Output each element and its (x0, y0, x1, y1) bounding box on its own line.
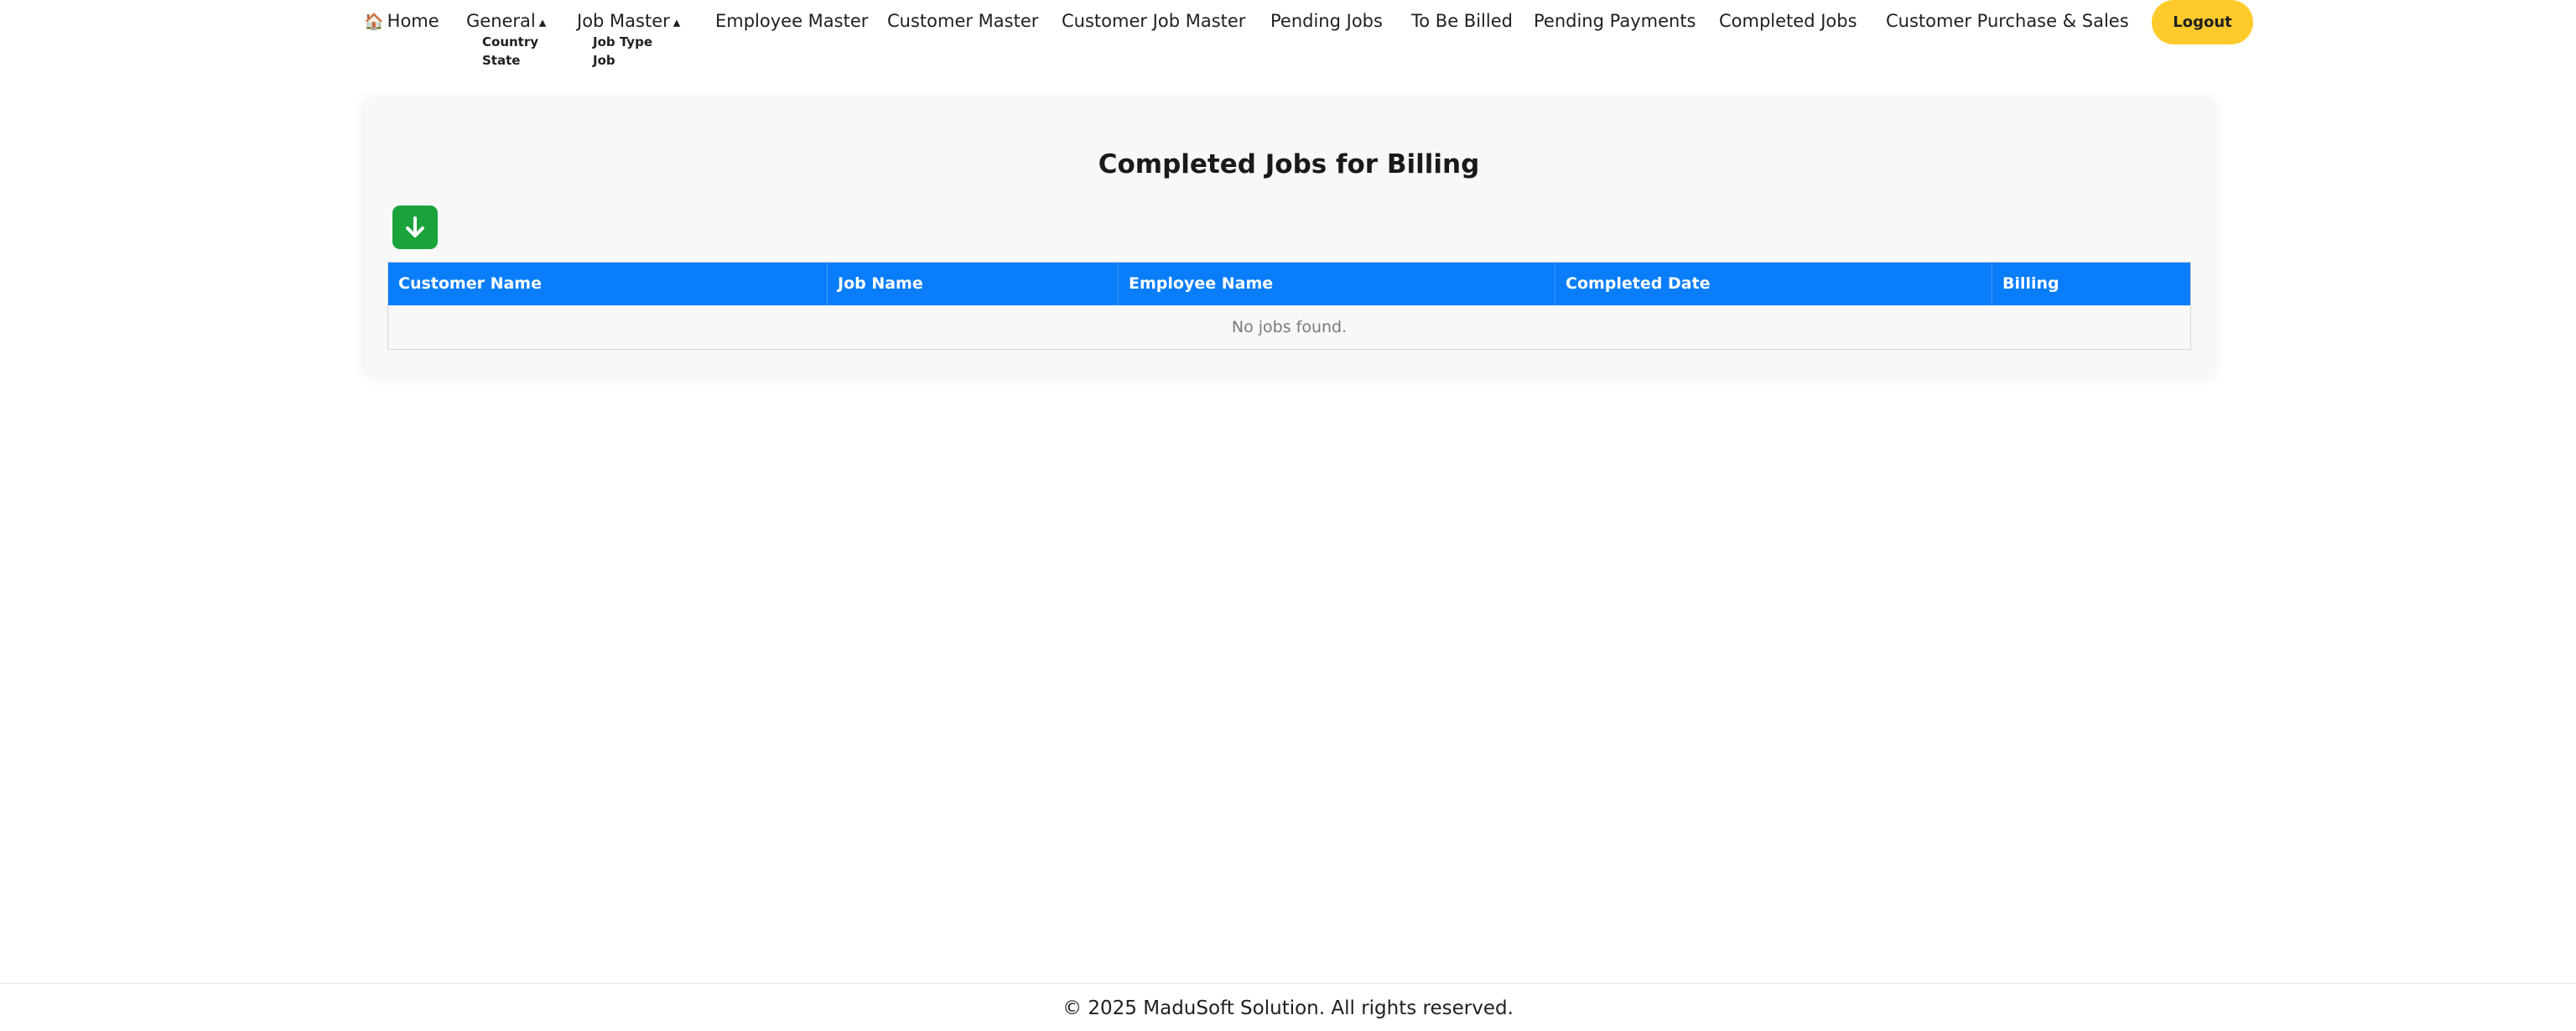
completed-jobs-card: Completed Jobs for Billing Customer Name… (364, 101, 2214, 376)
column-header-billing[interactable]: Billing (1992, 262, 2191, 305)
nav-customer-purchase-sales[interactable]: Customer Purchase & Sales (1886, 10, 2129, 32)
nav-customer-job-master[interactable]: Customer Job Master (1062, 10, 1245, 32)
nav-job-master-label: Job Master (577, 11, 670, 31)
caret-up-icon: ▴ (538, 14, 547, 31)
empty-table-message: No jobs found. (387, 305, 2191, 350)
top-navbar: 🏠 Home General ▴ Country State Job Master ▴… (0, 0, 2576, 68)
submenu-item-country[interactable]: Country (482, 34, 538, 49)
column-header-employee-name[interactable]: Employee Name (1118, 262, 1555, 305)
footer-copyright: © 2025 MaduSoft Solution. All rights res… (1062, 997, 1514, 1019)
footer: © 2025 MaduSoft Solution. All rights res… (0, 983, 2576, 1031)
submenu-item-job[interactable]: Job (593, 53, 615, 68)
nav-pending-jobs[interactable]: Pending Jobs (1270, 10, 1383, 32)
nav-completed-jobs[interactable]: Completed Jobs (1719, 10, 1857, 32)
nav-general-label: General (466, 11, 536, 31)
page-title: Completed Jobs for Billing (1098, 149, 1480, 180)
submenu-item-state[interactable]: State (482, 53, 520, 68)
nav-general[interactable]: General ▴ (466, 10, 546, 34)
nav-job-master[interactable]: Job Master ▴ (577, 10, 680, 34)
completed-jobs-table: Customer Name Job Name Employee Name Com… (387, 262, 2191, 350)
logout-button[interactable]: Logout (2152, 0, 2253, 44)
column-header-completed-date[interactable]: Completed Date (1555, 262, 1992, 305)
nav-home-label: Home (387, 11, 439, 31)
nav-customer-master[interactable]: Customer Master (887, 10, 1038, 32)
column-header-customer-name[interactable]: Customer Name (387, 262, 828, 305)
download-arrow-icon (406, 216, 424, 237)
nav-employee-master[interactable]: Employee Master (715, 10, 868, 32)
column-header-job-name[interactable]: Job Name (827, 262, 1119, 305)
download-button[interactable] (392, 206, 438, 249)
home-icon: 🏠 (364, 13, 384, 31)
nav-to-be-billed[interactable]: To Be Billed (1411, 10, 1513, 32)
nav-pending-payments[interactable]: Pending Payments (1534, 10, 1696, 32)
table-row-empty: No jobs found. (387, 305, 2191, 350)
submenu-item-job-type[interactable]: Job Type (593, 34, 652, 49)
nav-home[interactable]: 🏠 Home (364, 10, 439, 33)
table-header-row: Customer Name Job Name Employee Name Com… (387, 262, 2191, 305)
caret-up-icon: ▴ (673, 14, 681, 31)
